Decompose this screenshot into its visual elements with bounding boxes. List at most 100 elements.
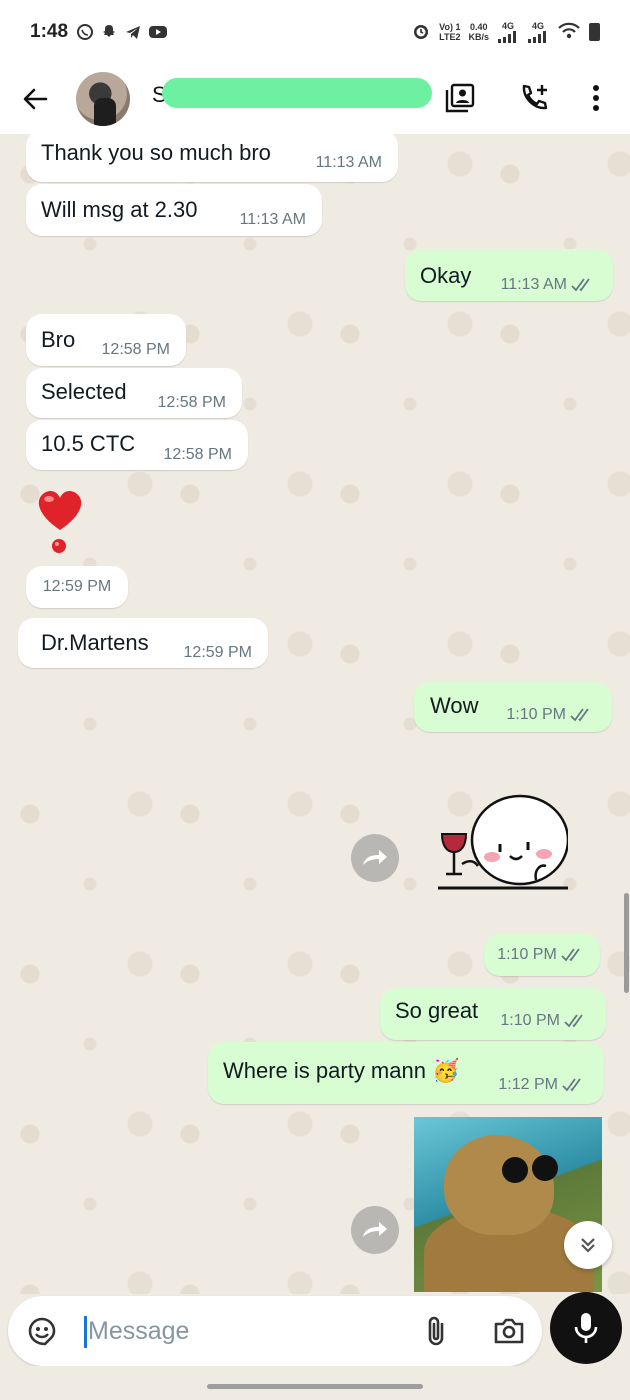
message-time: 11:13 AM bbox=[315, 154, 382, 171]
message-incoming[interactable]: 10.5 CTC 12:58 PM bbox=[26, 420, 248, 470]
image-message[interactable] bbox=[414, 1117, 602, 1292]
message-text: Okay bbox=[420, 263, 472, 288]
double-check-icon bbox=[564, 1014, 583, 1028]
network-type-1: 4G bbox=[501, 21, 514, 31]
more-options-button[interactable] bbox=[578, 80, 614, 116]
signal-sim2: 4G bbox=[527, 21, 549, 43]
signal-bars-icon bbox=[498, 31, 516, 43]
wifi-icon bbox=[557, 21, 581, 43]
double-check-icon bbox=[562, 1078, 581, 1092]
message-composer bbox=[8, 1296, 542, 1366]
sunglasses-right bbox=[532, 1155, 558, 1181]
message-time: 1:10 PM bbox=[497, 946, 557, 963]
message-text: Wow bbox=[430, 693, 479, 718]
sticker-icon[interactable] bbox=[26, 1315, 58, 1347]
speed-value: 0.40 bbox=[469, 22, 488, 32]
message-text: Selected bbox=[41, 379, 127, 404]
status-time: 1:48 bbox=[30, 21, 69, 42]
message-text: Bro bbox=[41, 327, 76, 352]
message-time: 12:58 PM bbox=[157, 394, 226, 411]
forward-icon bbox=[363, 850, 387, 865]
message-incoming[interactable]: Bro 12:58 PM bbox=[26, 314, 186, 366]
status-bar: 1:48 Vo) 1 LTE2 0.40 KB/s 4G 4G bbox=[0, 0, 630, 64]
double-check-icon bbox=[571, 278, 590, 292]
heart-exclamation-emoji[interactable] bbox=[32, 486, 88, 556]
alarm-icon bbox=[411, 21, 431, 43]
contact-avatar[interactable] bbox=[76, 72, 130, 126]
double-check-icon bbox=[570, 708, 589, 722]
back-button[interactable] bbox=[20, 84, 50, 114]
message-time: 1:10 PM bbox=[506, 706, 566, 723]
dog-head bbox=[444, 1135, 554, 1235]
snapchat-icon bbox=[100, 23, 118, 41]
attach-icon[interactable] bbox=[420, 1314, 454, 1348]
message-outgoing[interactable]: Where is party mann 🥳 1:12 PM bbox=[208, 1042, 604, 1104]
mic-icon bbox=[574, 1313, 598, 1343]
wine-sticker[interactable] bbox=[438, 784, 568, 894]
message-time: 12:58 PM bbox=[101, 341, 170, 358]
back-arrow-icon bbox=[23, 88, 48, 110]
youtube-icon bbox=[148, 23, 168, 41]
contacts-button[interactable] bbox=[442, 80, 478, 116]
message-text: So great bbox=[395, 998, 479, 1023]
message-meta: 1:10 PM bbox=[506, 706, 596, 724]
message-text: Thank you so much bro bbox=[41, 140, 271, 165]
emoji-time: 12:59 PM bbox=[26, 566, 128, 608]
message-time: 1:10 PM bbox=[500, 1012, 560, 1029]
message-time: 1:12 PM bbox=[498, 1076, 558, 1093]
system-nav-bar bbox=[0, 1366, 630, 1400]
message-incoming[interactable]: Dr.Martens 12:59 PM bbox=[18, 618, 268, 668]
contacts-icon bbox=[445, 83, 475, 113]
message-incoming[interactable]: Will msg at 2.30 11:13 AM bbox=[26, 184, 322, 236]
message-text: 10.5 CTC bbox=[41, 431, 136, 456]
chat-scrollbar[interactable] bbox=[624, 893, 629, 993]
system-status: Vo) 1 LTE2 0.40 KB/s 4G 4G bbox=[411, 21, 600, 43]
signal-sim1: 4G bbox=[497, 21, 519, 43]
message-meta: 1:10 PM bbox=[500, 1012, 590, 1030]
forward-button[interactable] bbox=[351, 834, 399, 882]
forward-icon bbox=[363, 1222, 387, 1237]
forward-button[interactable] bbox=[351, 1206, 399, 1254]
message-meta: 1:12 PM bbox=[498, 1076, 588, 1094]
volte-label: Vo) 1 bbox=[439, 22, 461, 32]
message-time: 12:59 PM bbox=[183, 644, 252, 661]
message-time: 11:13 AM bbox=[500, 276, 567, 293]
double-check-icon bbox=[561, 948, 580, 962]
message-incoming[interactable]: Thank you so much bro 11:13 AM bbox=[26, 134, 398, 182]
camera-icon[interactable] bbox=[492, 1314, 526, 1348]
message-time: 12:58 PM bbox=[163, 446, 232, 463]
lte-label: LTE2 bbox=[439, 32, 461, 42]
add-call-button[interactable] bbox=[516, 80, 552, 116]
message-time: 11:13 AM bbox=[239, 211, 306, 228]
network-speed: 0.40 KB/s bbox=[468, 22, 489, 42]
network-type-2: 4G bbox=[531, 21, 544, 31]
more-vert-icon bbox=[593, 85, 599, 111]
message-incoming[interactable]: Selected 12:58 PM bbox=[26, 368, 242, 418]
message-outgoing[interactable]: Okay 11:13 AM bbox=[405, 249, 613, 301]
voice-record-button[interactable] bbox=[550, 1292, 622, 1364]
battery-icon bbox=[589, 23, 600, 41]
notification-icons bbox=[76, 23, 168, 41]
sticker-meta: 1:10 PM bbox=[484, 934, 600, 976]
message-meta: 11:13 AM bbox=[501, 276, 597, 294]
telegram-icon bbox=[124, 23, 142, 41]
message-text: Where is party mann 🥳 bbox=[223, 1058, 460, 1083]
message-outgoing[interactable]: Wow 1:10 PM bbox=[414, 682, 612, 732]
volte-indicator: Vo) 1 LTE2 bbox=[439, 22, 460, 42]
signal-bars-icon bbox=[528, 31, 546, 43]
chat-header: SP bbox=[0, 64, 630, 134]
scroll-to-bottom-button[interactable] bbox=[564, 1221, 612, 1269]
chat-area[interactable]: Thank you so much bro 11:13 AM Will msg … bbox=[0, 134, 630, 1294]
home-gesture-bar[interactable] bbox=[207, 1384, 423, 1389]
sunglasses-left bbox=[502, 1157, 528, 1183]
message-outgoing[interactable]: So great 1:10 PM bbox=[380, 988, 606, 1040]
message-text: Will msg at 2.30 bbox=[41, 197, 198, 222]
whatsapp-icon bbox=[76, 23, 94, 41]
message-text: Dr.Martens bbox=[41, 630, 149, 655]
message-input[interactable] bbox=[88, 1310, 388, 1352]
text-caret bbox=[84, 1316, 87, 1348]
speed-unit: KB/s bbox=[468, 32, 489, 42]
redaction-mark bbox=[162, 78, 432, 108]
scroll-down-icon bbox=[581, 1238, 595, 1253]
add-call-icon bbox=[522, 84, 548, 110]
